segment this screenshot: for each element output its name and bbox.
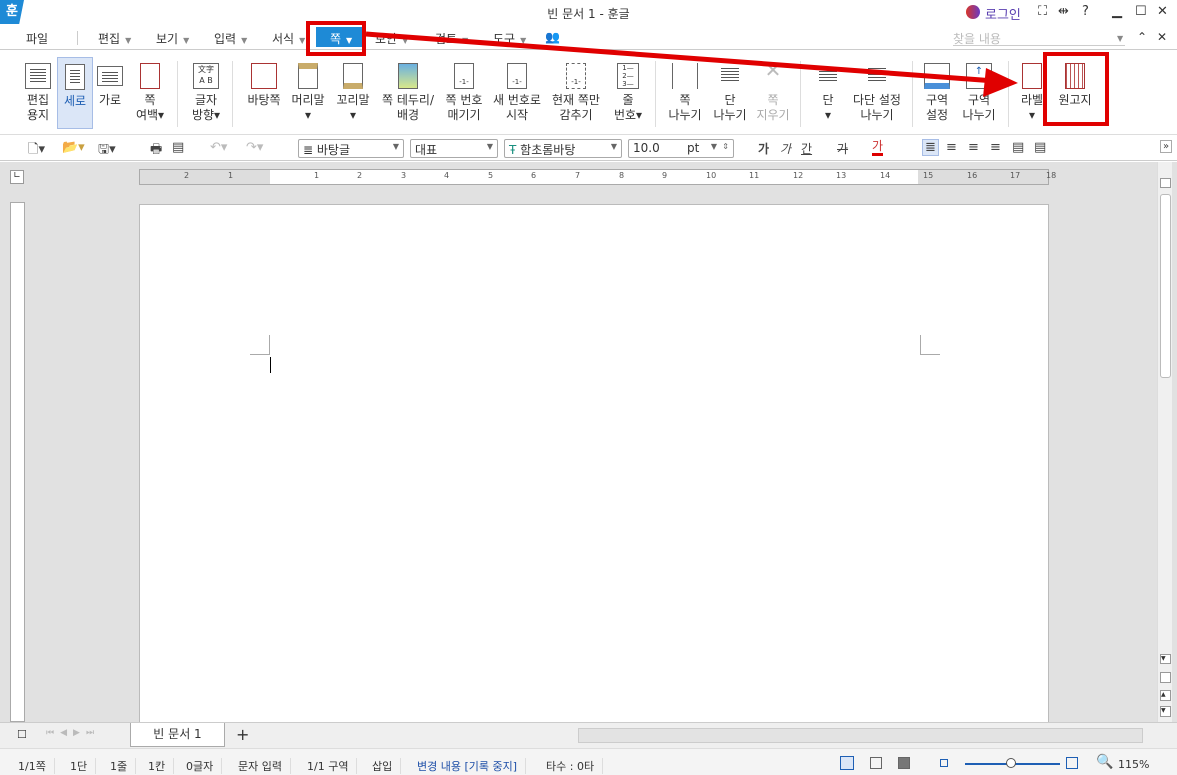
- annotation-arrow: [365, 31, 1018, 97]
